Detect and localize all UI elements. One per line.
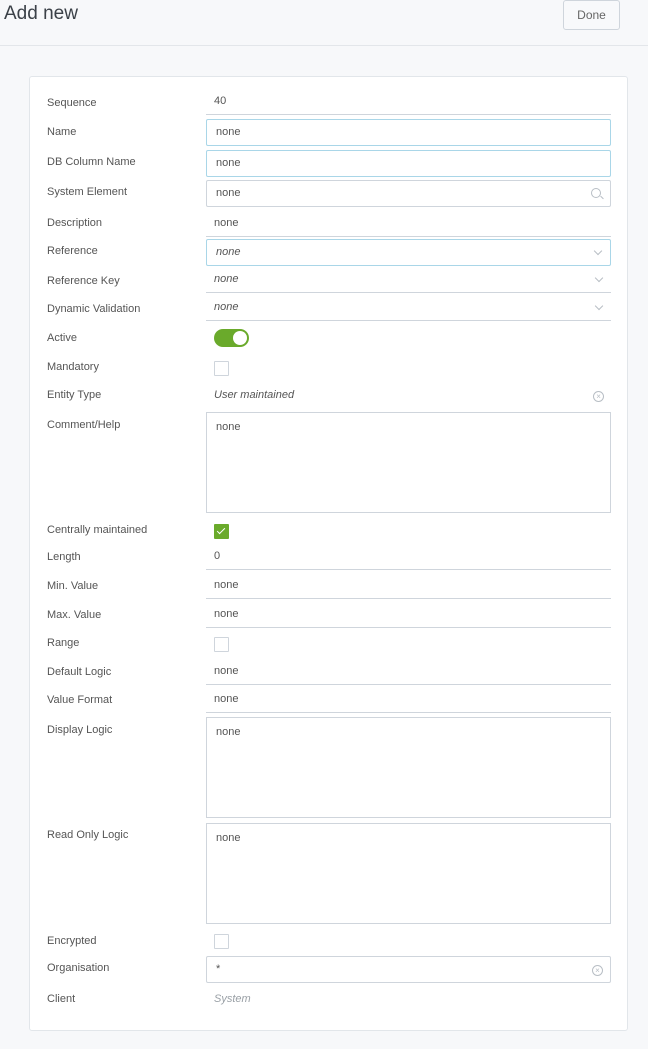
chevron-down-icon [594, 301, 604, 311]
centrally-maintained-checkbox[interactable] [214, 524, 229, 539]
system-element-value: none [216, 187, 241, 199]
description-input[interactable]: none [206, 211, 611, 237]
comment-help-textarea[interactable]: none [206, 412, 611, 513]
min-value-label: Min. Value [47, 580, 99, 592]
db-column-name-label: DB Column Name [47, 156, 136, 168]
reference-key-value: none [214, 273, 239, 285]
organisation-label: Organisation [47, 962, 110, 974]
reference-key-select[interactable]: none [206, 267, 611, 293]
display-logic-textarea[interactable]: none [206, 717, 611, 818]
default-logic-label: Default Logic [47, 666, 112, 678]
form-card: Sequence 40 Name none DB Column Name non… [29, 76, 628, 1031]
max-value-input[interactable]: none [206, 602, 611, 628]
reference-label: Reference [47, 245, 98, 257]
done-button[interactable]: Done [563, 0, 620, 30]
chevron-down-icon [593, 246, 603, 256]
entity-type-value: User maintained × [206, 389, 611, 403]
read-only-logic-textarea[interactable]: none [206, 823, 611, 924]
dynamic-validation-label: Dynamic Validation [47, 303, 141, 315]
value-format-label: Value Format [47, 694, 113, 706]
sequence-label: Sequence [47, 97, 97, 109]
length-input[interactable]: 0 [206, 544, 611, 570]
organisation-input[interactable]: * × [206, 956, 611, 983]
reference-select[interactable]: none [206, 239, 611, 266]
entity-type-text: User maintained [214, 389, 295, 401]
sequence-input[interactable]: 40 [206, 89, 611, 115]
range-checkbox[interactable] [214, 637, 229, 652]
min-value-input[interactable]: none [206, 573, 611, 599]
comment-help-label: Comment/Help [47, 419, 121, 431]
display-logic-label: Display Logic [47, 724, 113, 736]
page-header: Add new Done [0, 0, 648, 46]
clear-icon[interactable]: × [592, 965, 603, 976]
clear-icon[interactable]: × [593, 391, 604, 402]
dynamic-validation-select[interactable]: none [206, 295, 611, 321]
read-only-logic-label: Read Only Logic [47, 829, 129, 841]
organisation-value: * [216, 963, 221, 975]
centrally-maintained-label: Centrally maintained [47, 524, 148, 536]
description-label: Description [47, 217, 103, 229]
page-title: Add new [4, 3, 78, 24]
db-column-name-input[interactable]: none [206, 150, 611, 177]
length-label: Length [47, 551, 81, 563]
encrypted-checkbox[interactable] [214, 934, 229, 949]
system-element-input[interactable]: none [206, 180, 611, 207]
name-label: Name [47, 126, 77, 138]
value-format-input[interactable]: none [206, 687, 611, 713]
default-logic-input[interactable]: none [206, 659, 611, 685]
reference-key-label: Reference Key [47, 275, 120, 287]
chevron-down-icon [594, 273, 604, 283]
max-value-label: Max. Value [47, 609, 102, 621]
encrypted-label: Encrypted [47, 935, 97, 947]
system-element-label: System Element [47, 186, 128, 198]
mandatory-label: Mandatory [47, 361, 99, 373]
active-toggle[interactable] [214, 329, 249, 347]
active-label: Active [47, 332, 77, 344]
reference-value: none [216, 246, 241, 258]
search-icon[interactable] [591, 188, 601, 198]
dynamic-validation-value: none [214, 301, 239, 313]
range-label: Range [47, 637, 80, 649]
toggle-knob [233, 331, 247, 345]
mandatory-checkbox[interactable] [214, 361, 229, 376]
client-label: Client [47, 993, 76, 1005]
entity-type-label: Entity Type [47, 389, 102, 401]
name-input[interactable]: none [206, 119, 611, 146]
client-value: System [214, 993, 251, 1005]
